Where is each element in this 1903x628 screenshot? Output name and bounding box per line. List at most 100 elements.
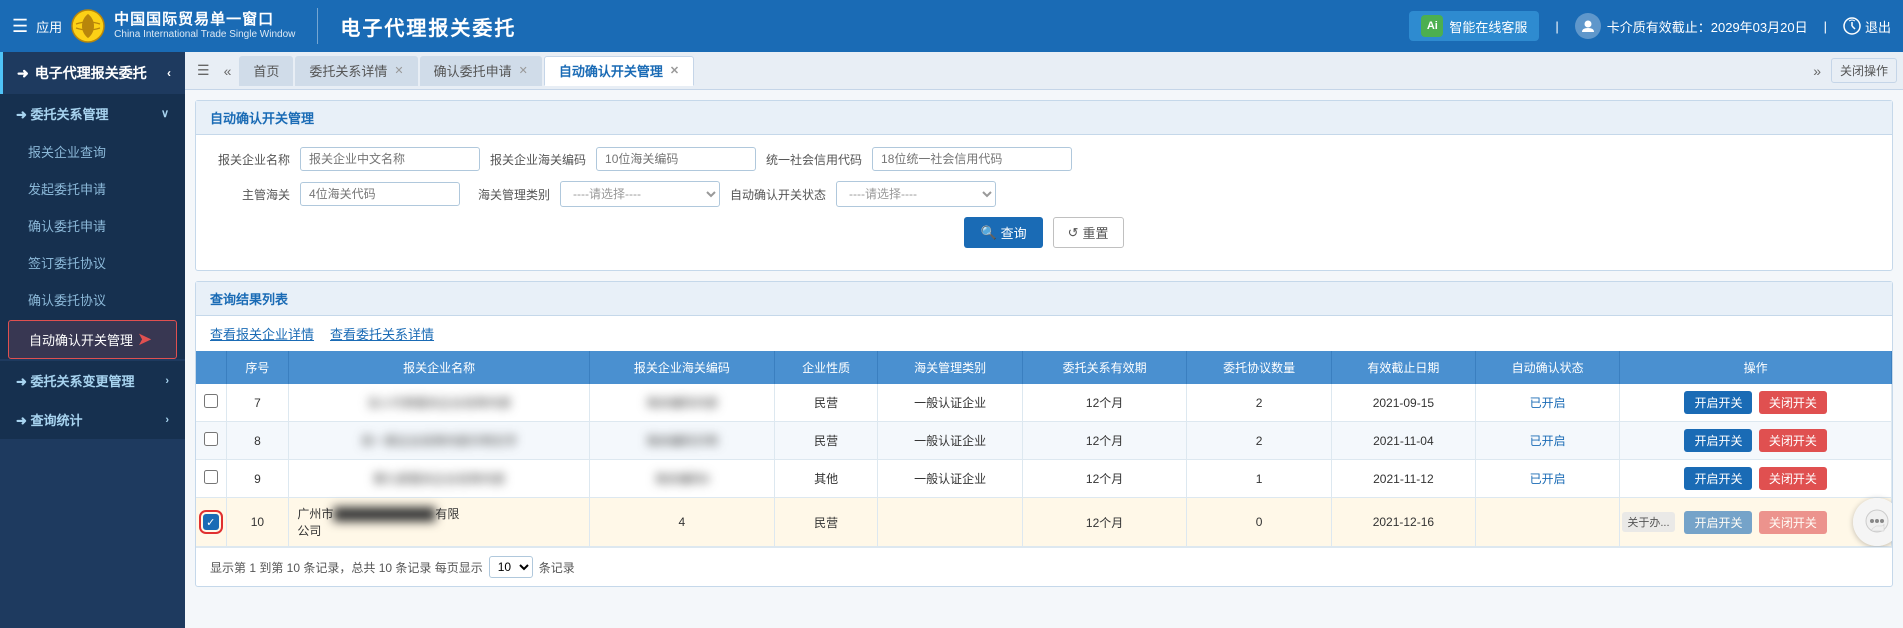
sidebar-main-item-entrust[interactable]: ➜ 电子代理报关委托 ‹ (0, 52, 185, 94)
tab-confirm-entrust[interactable]: 确认委托申请 ✕ (420, 56, 542, 86)
sidebar-main-chevron: ‹ (167, 66, 171, 80)
row-10-expire: 2021-12-16 (1331, 498, 1475, 547)
col-company-name: 报关企业名称 (289, 351, 590, 384)
filter-actions: 🔍 查询 ↺ 重置 (210, 217, 1878, 258)
sidebar-section-header-entrust-mgmt[interactable]: ➜ 委托关系管理 ∨ (0, 94, 185, 133)
sidebar-item-sign-agreement[interactable]: 签订委托协议 (0, 244, 185, 281)
row-7-checkbox[interactable] (204, 394, 218, 408)
filter-input-credit-code[interactable] (872, 147, 1072, 171)
query-button[interactable]: 🔍 查询 (964, 217, 1042, 248)
sidebar-toggle-btn[interactable]: ☰ (191, 58, 216, 83)
sidebar-section-header-change-mgmt[interactable]: ➜ 委托关系变更管理 › (0, 361, 185, 400)
tab-entrust-detail-label: 委托关系详情 (309, 61, 387, 80)
table-row: 7 法人代表报关企业名称内容 海关编码内容 民营 一般认证企业 12个月 2 2… (196, 384, 1892, 422)
tab-home[interactable]: 首页 (239, 56, 293, 86)
filter-label-customs: 主管海关 (210, 186, 290, 203)
sidebar-item-initiate-entrust[interactable]: 发起委托申请 (0, 170, 185, 207)
ai-service-button[interactable]: Ai 智能在线客服 (1409, 11, 1539, 41)
pagination-text2: 条记录 (539, 559, 575, 576)
close-ops-button[interactable]: 关闭操作 (1831, 58, 1897, 83)
row-7-close-button[interactable]: 关闭开关 (1759, 391, 1827, 414)
filter-select-category[interactable]: ----请选择---- (560, 181, 720, 207)
row-7-checkbox-cell (196, 384, 226, 422)
filter-input-customs[interactable] (300, 182, 460, 206)
chevron-down-icon: ∨ (161, 107, 169, 120)
tab-bar-right: » 关闭操作 (1807, 58, 1897, 83)
row-7-name: 法人代表报关企业名称内容 (289, 384, 590, 422)
row-10-open-button[interactable]: 开启开关 (1684, 511, 1752, 534)
tab-entrust-detail-close-icon[interactable]: ✕ (394, 64, 403, 77)
sidebar-item-confirm-agreement[interactable]: 确认委托协议 (0, 281, 185, 318)
row-7-open-button[interactable]: 开启开关 (1684, 391, 1752, 414)
table-row: 9 第九家报关企业名称内容 海关编码9 其他 一般认证企业 12个月 1 202… (196, 460, 1892, 498)
tab-bar: ☰ « 首页 委托关系详情 ✕ 确认委托申请 ✕ 自动确认开关管理 ✕ » 关闭… (185, 52, 1903, 90)
row-7-status: 已开启 (1476, 384, 1620, 422)
row-8-name: 另一家企业名称内容示例文字 (289, 422, 590, 460)
reset-button[interactable]: ↺ 重置 (1053, 217, 1124, 248)
row-9-count: 1 (1187, 460, 1331, 498)
row-8-checkbox[interactable] (204, 432, 218, 446)
header-divider-2: | (1555, 19, 1558, 34)
sidebar-section-header-query-stats[interactable]: ➜ 查询统计 › (0, 400, 185, 439)
user-icon[interactable] (1575, 13, 1601, 39)
row-7-category: 一般认证企业 (878, 384, 1022, 422)
tab-entrust-detail[interactable]: 委托关系详情 ✕ (295, 56, 417, 86)
app-label: 应用 (36, 17, 62, 36)
logo-en: China International Trade Single Window (114, 29, 295, 41)
filter-select-switch-status[interactable]: ----请选择---- (836, 181, 996, 207)
col-type: 企业性质 (774, 351, 878, 384)
row-8-category: 一般认证企业 (878, 422, 1022, 460)
sidebar-item-customs-query[interactable]: 报关企业查询 (0, 133, 185, 170)
row-9-status: 已开启 (1476, 460, 1620, 498)
row-10-checkbox-checked[interactable]: ✓ (203, 514, 219, 530)
link-entrust-detail[interactable]: 查看委托关系详情 (330, 324, 434, 343)
page-content: 自动确认开关管理 报关企业名称 报关企业海关编码 统一社会信用代码 主管海关 (185, 90, 1903, 628)
logo-text: 中国国际贸易单一窗口 China International Trade Sin… (114, 11, 295, 41)
tab-home-label: 首页 (253, 61, 279, 80)
col-category: 海关管理类别 (878, 351, 1022, 384)
row-9-open-button[interactable]: 开启开关 (1684, 467, 1752, 490)
row-8-close-button[interactable]: 关闭开关 (1759, 429, 1827, 452)
row-10-actions: 开启开关 关闭开关 (1620, 498, 1892, 547)
chat-overlay-icon (1853, 498, 1892, 546)
col-action: 操作 (1620, 351, 1892, 384)
tab-confirm-entrust-close-icon[interactable]: ✕ (519, 64, 528, 77)
row-9-type: 其他 (774, 460, 878, 498)
col-code: 报关企业海关编码 (589, 351, 774, 384)
chat-bubble-icon (1862, 507, 1892, 537)
sidebar-item-confirm-entrust[interactable]: 确认委托申请 (0, 207, 185, 244)
tab-nav-back-btn[interactable]: « (218, 59, 238, 83)
menu-icon[interactable]: ☰ (12, 16, 28, 37)
tab-auto-confirm[interactable]: 自动确认开关管理 ✕ (544, 56, 694, 86)
row-8-open-button[interactable]: 开启开关 (1684, 429, 1752, 452)
filter-body: 报关企业名称 报关企业海关编码 统一社会信用代码 主管海关 海关管理类别 --- (196, 135, 1892, 270)
row-8-count: 2 (1187, 422, 1331, 460)
user-card-area: 卡介质有效截止：2029年03月20日 (1575, 13, 1808, 39)
row-7-code: 海关编码内容 (589, 384, 774, 422)
per-page-select[interactable]: 10 (489, 556, 533, 578)
search-icon: 🔍 (980, 225, 996, 241)
logo-cn: 中国国际贸易单一窗口 (114, 11, 295, 29)
row-9-checkbox[interactable] (204, 470, 218, 484)
filter-input-company-name[interactable] (300, 147, 480, 171)
row-7-seq: 7 (226, 384, 289, 422)
filter-label-code: 报关企业海关编码 (490, 151, 586, 168)
filter-section-title: 自动确认开关管理 (196, 101, 1892, 135)
filter-input-code[interactable] (596, 147, 756, 171)
tab-auto-confirm-close-icon[interactable]: ✕ (670, 64, 679, 77)
tab-nav-forward-btn[interactable]: » (1807, 59, 1827, 83)
row-9-checkbox-cell (196, 460, 226, 498)
col-seq: 序号 (226, 351, 289, 384)
sidebar-item-auto-confirm[interactable]: 自动确认开关管理 ➤ (8, 320, 177, 359)
ai-service-label: 智能在线客服 (1449, 17, 1527, 36)
row-7-type: 民营 (774, 384, 878, 422)
logout-button[interactable]: 退出 (1843, 17, 1891, 36)
row-9-close-button[interactable]: 关闭开关 (1759, 467, 1827, 490)
row-10-close-button[interactable]: 关闭开关 (1759, 511, 1827, 534)
logout-label: 退出 (1865, 17, 1891, 36)
sidebar-section-label-query-stats: ➜ 查询统计 (16, 410, 83, 429)
reset-icon: ↺ (1068, 225, 1079, 241)
link-company-detail[interactable]: 查看报关企业详情 (210, 324, 314, 343)
row-9-seq: 9 (226, 460, 289, 498)
col-validity: 委托关系有效期 (1022, 351, 1187, 384)
